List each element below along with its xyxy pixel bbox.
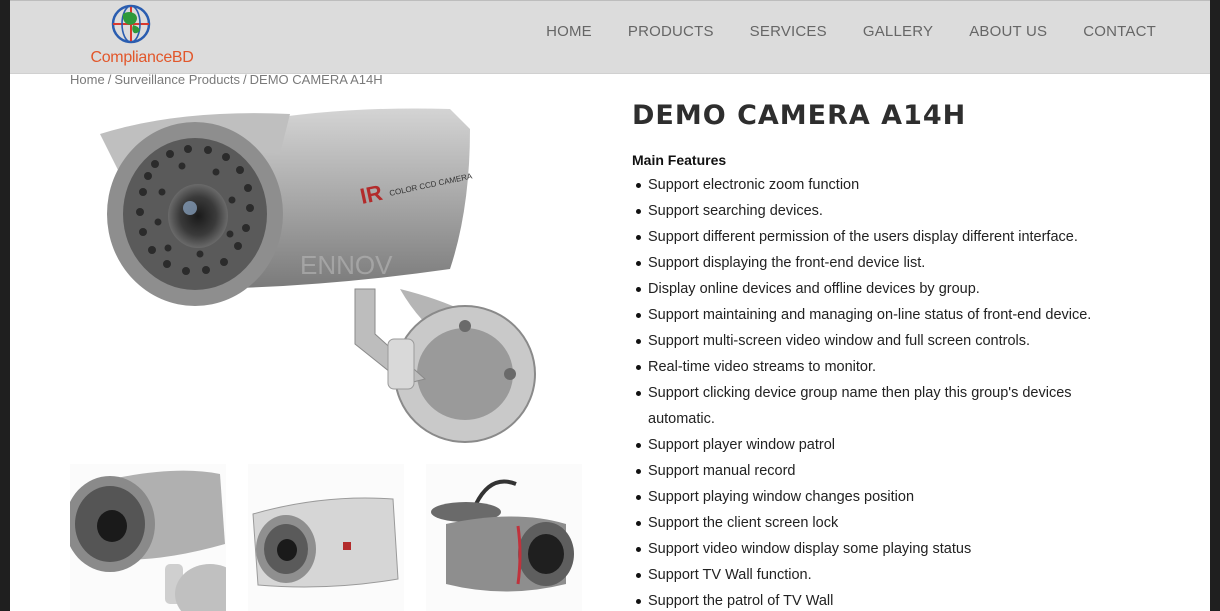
page: ComplianceBD HOME PRODUCTS SERVICES GALL… [10,0,1210,611]
breadcrumb-separator: / [107,72,112,87]
camera-thumbnail-image [70,470,226,611]
nav-contact[interactable]: CONTACT [1083,23,1156,40]
feature-item: Support the patrol of TV Wall [632,588,1132,611]
product-thumbnails [70,464,582,611]
site-logo[interactable]: ComplianceBD [82,3,202,69]
camera-thumbnail-image [431,479,574,592]
product-title: DEMO CAMERA A14H [632,100,967,131]
breadcrumb-separator: / [243,72,247,87]
feature-item: Support player window patrol [632,432,1132,458]
breadcrumb-current: DEMO CAMERA A14H [249,72,383,87]
thumbnail-3[interactable] [426,464,582,611]
site-header: ComplianceBD HOME PRODUCTS SERVICES GALL… [10,0,1210,74]
product-main-image[interactable]: IR COLOR CCD CAMERA ENNOV [70,104,580,444]
features-list: Support electronic zoom function Support… [632,172,1132,611]
feature-item: Support multi-screen video window and fu… [632,328,1132,354]
nav-products[interactable]: PRODUCTS [628,23,714,40]
thumbnail-2[interactable] [248,464,404,611]
globe-logo-icon [111,4,151,44]
breadcrumb-home[interactable]: Home [70,72,105,87]
feature-item: Display online devices and offline devic… [632,276,1132,302]
nav-about-us[interactable]: ABOUT US [969,23,1047,40]
camera-thumbnail-image [252,497,399,588]
nav-home[interactable]: HOME [546,23,592,40]
feature-item: Support different permission of the user… [632,224,1132,250]
feature-item: Real-time video streams to monitor. [632,354,1132,380]
nav-gallery[interactable]: GALLERY [863,23,933,40]
breadcrumb-category[interactable]: Surveillance Products [114,72,240,87]
feature-item: Support TV Wall function. [632,562,1132,588]
camera-image: IR COLOR CCD CAMERA ENNOV [100,108,536,443]
image-watermark: ENNOV [300,250,393,280]
brand-name: ComplianceBD [90,49,194,66]
feature-item: Support manual record [632,458,1132,484]
feature-item: Support video window display some playin… [632,536,1132,562]
feature-item: Support displaying the front-end device … [632,250,1132,276]
feature-item: Support clicking device group name then … [632,380,1132,432]
nav-services[interactable]: SERVICES [750,23,827,40]
thumbnail-1[interactable] [70,464,226,611]
feature-item: Support maintaining and managing on-line… [632,302,1132,328]
breadcrumb: Home / Surveillance Products / DEMO CAMERA A… [70,72,383,87]
feature-item: Support searching devices. [632,198,1132,224]
feature-item: Support playing window changes position [632,484,1132,510]
feature-item: Support electronic zoom function [632,172,1132,198]
main-nav: HOME PRODUCTS SERVICES GALLERY ABOUT US … [546,23,1156,40]
features-heading: Main Features [632,152,727,168]
feature-item: Support the client screen lock [632,510,1132,536]
